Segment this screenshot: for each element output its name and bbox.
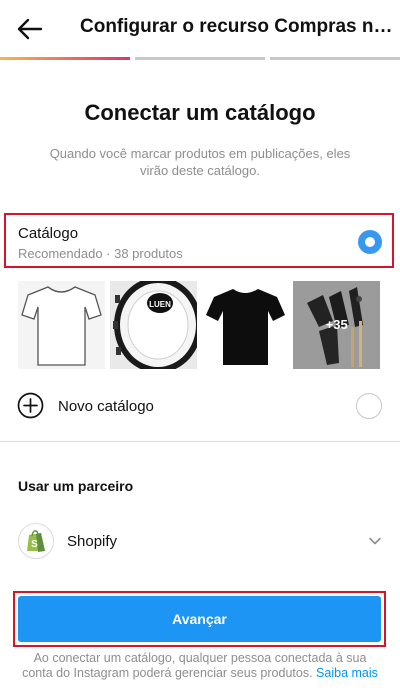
arrow-left-icon — [17, 18, 43, 40]
partner-heading: Usar um parceiro — [18, 478, 134, 494]
black-tshirt-image — [201, 281, 289, 369]
header-title: Configurar o recurso Compras no Instagra… — [80, 16, 395, 37]
new-catalog-option[interactable]: Novo catálogo — [0, 386, 400, 426]
learn-more-link[interactable]: Saiba mais — [316, 666, 378, 680]
footer-notice: Ao conectar um catálogo, qualquer pessoa… — [20, 651, 380, 681]
catalog-radio-selected[interactable] — [358, 230, 382, 254]
page-title: Conectar um catálogo — [84, 100, 316, 125]
drum-image: LUEN — [109, 281, 197, 369]
catalog-name: Catálogo — [18, 225, 79, 242]
shopify-partner-option[interactable]: S Shopify — [0, 519, 400, 563]
white-tshirt-image — [18, 281, 105, 369]
thumb-drum[interactable]: LUEN — [109, 281, 197, 369]
page-subtitle: Quando você marcar produtos em publicaçõ… — [49, 146, 351, 178]
product-thumbnails: LUEN +35 — [18, 281, 380, 369]
progress-step-2 — [135, 57, 265, 60]
svg-text:S: S — [31, 539, 38, 550]
thumb-white-tshirt[interactable] — [18, 281, 105, 369]
shopify-icon: S — [27, 530, 45, 552]
shopify-logo: S — [18, 523, 54, 559]
progress-step-1 — [0, 57, 130, 60]
section-divider — [0, 441, 400, 442]
catalog-option[interactable]: Catálogo Recomendado · 38 produtos — [4, 213, 394, 268]
svg-text:LUEN: LUEN — [149, 300, 171, 309]
progress-step-3 — [270, 57, 400, 60]
catalog-meta: Recomendado · 38 produtos — [18, 246, 183, 261]
step-progress-bar — [0, 57, 400, 60]
chevron-down-icon — [369, 537, 381, 545]
new-catalog-radio[interactable] — [356, 393, 382, 419]
header-bar: Configurar o recurso Compras no Instagra… — [0, 0, 400, 58]
back-button[interactable] — [14, 14, 46, 44]
more-products-count: +35 — [325, 317, 348, 332]
next-button-highlight: Avançar — [13, 591, 386, 647]
footer-text: Ao conectar um catálogo, qualquer pessoa… — [22, 651, 367, 680]
new-catalog-label: Novo catálogo — [58, 398, 154, 415]
next-button[interactable]: Avançar — [18, 596, 381, 642]
radio-dot — [365, 237, 375, 247]
thumb-black-tshirt[interactable] — [201, 281, 289, 369]
plus-circle-icon — [17, 392, 44, 419]
thumb-more-products[interactable]: +35 — [293, 281, 380, 369]
shopify-label: Shopify — [67, 533, 118, 550]
